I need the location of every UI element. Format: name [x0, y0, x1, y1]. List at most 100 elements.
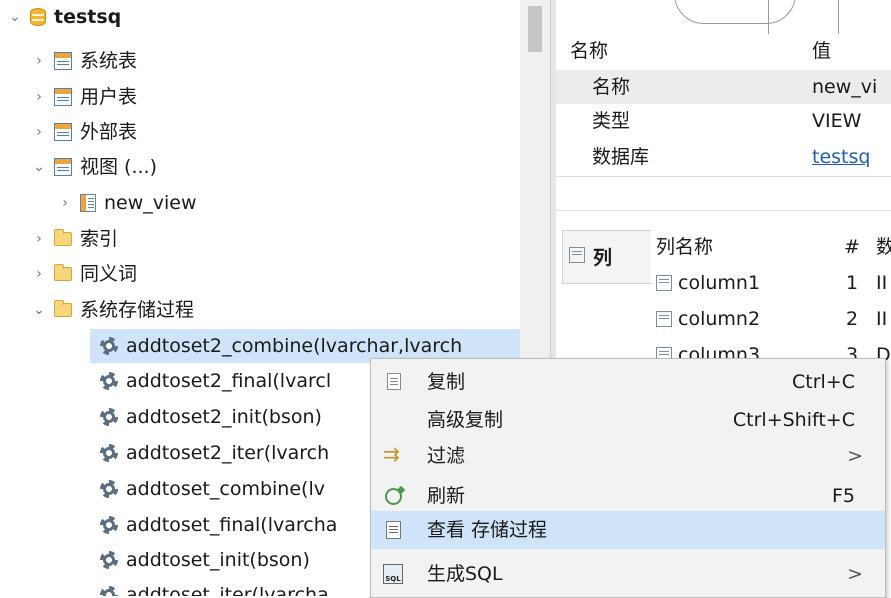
- folder-icon: [54, 300, 72, 317]
- filter-icon: [383, 442, 403, 466]
- column-num: 2: [846, 308, 859, 330]
- procedure-item[interactable]: addtoset_final(lvarcha: [100, 508, 337, 542]
- menu-item-shortcut: F5: [831, 485, 855, 507]
- column-name: column2: [678, 308, 761, 330]
- context-menu: 复制 Ctrl+C 高级复制 Ctrl+Shift+C 过滤 > 刷新 F5 查…: [370, 358, 886, 598]
- procedure-icon: [100, 408, 118, 426]
- editor-tab-strip: [556, 0, 891, 34]
- columns-header: 列名称 # 数: [648, 230, 891, 264]
- tree-node-label: 系统表: [80, 50, 138, 72]
- editor-tab[interactable]: [674, 0, 796, 24]
- chevron-right-icon[interactable]: ›: [32, 53, 46, 69]
- menu-item-copy[interactable]: 复制 Ctrl+C: [371, 363, 885, 401]
- property-key: 数据库: [592, 146, 650, 168]
- copy-icon: [387, 373, 401, 390]
- tree-node-synonyms[interactable]: › 同义词: [32, 257, 137, 291]
- procedure-item[interactable]: addtoset2_init(bson): [100, 400, 322, 434]
- menu-item-label: 查看 存储过程: [427, 519, 548, 541]
- menu-item-label: 刷新: [427, 485, 466, 507]
- procedure-icon: [100, 444, 118, 462]
- tree-node-testsq[interactable]: ⌄ testsq: [8, 0, 121, 34]
- chevron-right-icon[interactable]: ›: [32, 231, 46, 247]
- folder-icon: [54, 229, 72, 246]
- chevron-right-icon[interactable]: ›: [58, 195, 72, 211]
- column-name-cell: column2: [656, 302, 760, 336]
- column-row[interactable]: column2 2 II: [648, 302, 891, 336]
- tab-divider: [768, 0, 769, 34]
- col-header-type: 数: [876, 236, 891, 258]
- property-key: 类型: [592, 110, 631, 132]
- menu-item-view-procedure[interactable]: 查看 存储过程: [371, 511, 885, 549]
- chevron-down-icon[interactable]: ⌄: [32, 159, 46, 175]
- menu-item-advanced-copy[interactable]: 高级复制 Ctrl+Shift+C: [371, 401, 885, 439]
- tree-node-label: testsq: [54, 6, 122, 28]
- tree-node-indexes[interactable]: › 索引: [32, 222, 118, 256]
- procedure-icon: [100, 337, 118, 355]
- menu-item-label: 过滤: [427, 445, 466, 467]
- procedure-item[interactable]: addtoset2_iter(lvarch: [100, 436, 329, 470]
- tree-node-label: 索引: [80, 228, 119, 250]
- tree-node-label: 视图 (...): [80, 156, 157, 178]
- table-folder-icon: [54, 158, 72, 176]
- procedure-label: addtoset_final(lvarcha: [126, 514, 338, 536]
- scrollbar-thumb[interactable]: [528, 6, 542, 52]
- property-key: 名称: [592, 76, 631, 98]
- procedure-label: addtoset_init(bson): [126, 549, 310, 571]
- property-row-database[interactable]: 数据库 testsq: [556, 140, 891, 174]
- columns-icon: [569, 247, 585, 263]
- tab-divider: [838, 0, 839, 34]
- tree-node-external-tables[interactable]: › 外部表: [32, 115, 137, 149]
- column-type: II: [876, 272, 888, 294]
- table-folder-icon: [54, 123, 72, 141]
- column-name: column1: [678, 272, 761, 294]
- chevron-right-icon[interactable]: ›: [32, 266, 46, 282]
- table-folder-icon: [54, 52, 72, 70]
- header-value: 值: [812, 40, 832, 62]
- database-link[interactable]: testsq: [812, 140, 870, 174]
- tree-node-new-view[interactable]: › new_view: [58, 186, 196, 220]
- chevron-down-icon[interactable]: ⌄: [32, 302, 46, 318]
- menu-item-generate-sql[interactable]: SQL 生成SQL >: [371, 555, 885, 593]
- submenu-arrow-icon: >: [847, 445, 863, 467]
- column-icon: [656, 275, 672, 291]
- property-row-name[interactable]: 名称 new_vi: [556, 70, 891, 104]
- procedure-item[interactable]: addtoset_combine(lv: [100, 472, 325, 506]
- chevron-right-icon[interactable]: ›: [32, 124, 46, 140]
- menu-item-label: 复制: [427, 371, 466, 393]
- tree-node-user-tables[interactable]: › 用户表: [32, 80, 137, 114]
- chevron-right-icon[interactable]: ›: [32, 89, 46, 105]
- tree-node-label: 用户表: [80, 86, 138, 108]
- property-value: new_vi: [812, 76, 878, 98]
- column-icon: [656, 311, 672, 327]
- refresh-icon: [385, 488, 402, 505]
- menu-item-label: 高级复制: [427, 409, 504, 431]
- column-row[interactable]: column1 1 II: [648, 266, 891, 300]
- procedure-item[interactable]: addtoset_iter(lvarcha: [100, 578, 329, 596]
- database-icon: [30, 8, 46, 26]
- procedure-icon: [100, 516, 118, 534]
- procedure-icon: [100, 372, 118, 390]
- procedure-icon: [100, 551, 118, 569]
- procedure-icon: [100, 586, 118, 596]
- table-folder-icon: [54, 88, 72, 106]
- view-icon: [80, 194, 96, 212]
- menu-item-filter[interactable]: 过滤 >: [371, 437, 885, 475]
- tree-node-system-tables[interactable]: › 系统表: [32, 44, 137, 78]
- procedure-label: addtoset_iter(lvarcha: [126, 584, 329, 596]
- procedure-item[interactable]: addtoset2_final(lvarcl: [100, 364, 331, 398]
- chevron-down-icon[interactable]: ⌄: [8, 9, 22, 25]
- tree-node-views[interactable]: ⌄ 视图 (...): [32, 150, 157, 184]
- column-type: II: [876, 308, 888, 330]
- procedure-item[interactable]: addtoset_init(bson): [100, 543, 310, 577]
- menu-item-label: 生成SQL: [427, 563, 503, 585]
- menu-item-shortcut: Ctrl+C: [792, 371, 855, 393]
- procedure-icon: [100, 480, 118, 498]
- menu-item-refresh[interactable]: 刷新 F5: [371, 477, 885, 515]
- tree-node-label: 系统存储过程: [80, 299, 195, 321]
- property-row-type[interactable]: 类型 VIEW: [556, 104, 891, 138]
- procedure-label: addtoset2_iter(lvarch: [126, 442, 330, 464]
- tab-columns[interactable]: 列: [562, 230, 651, 284]
- tree-node-label: 外部表: [80, 121, 138, 143]
- tree-node-system-procedures[interactable]: ⌄ 系统存储过程: [32, 293, 194, 327]
- sql-icon: SQL: [383, 564, 403, 584]
